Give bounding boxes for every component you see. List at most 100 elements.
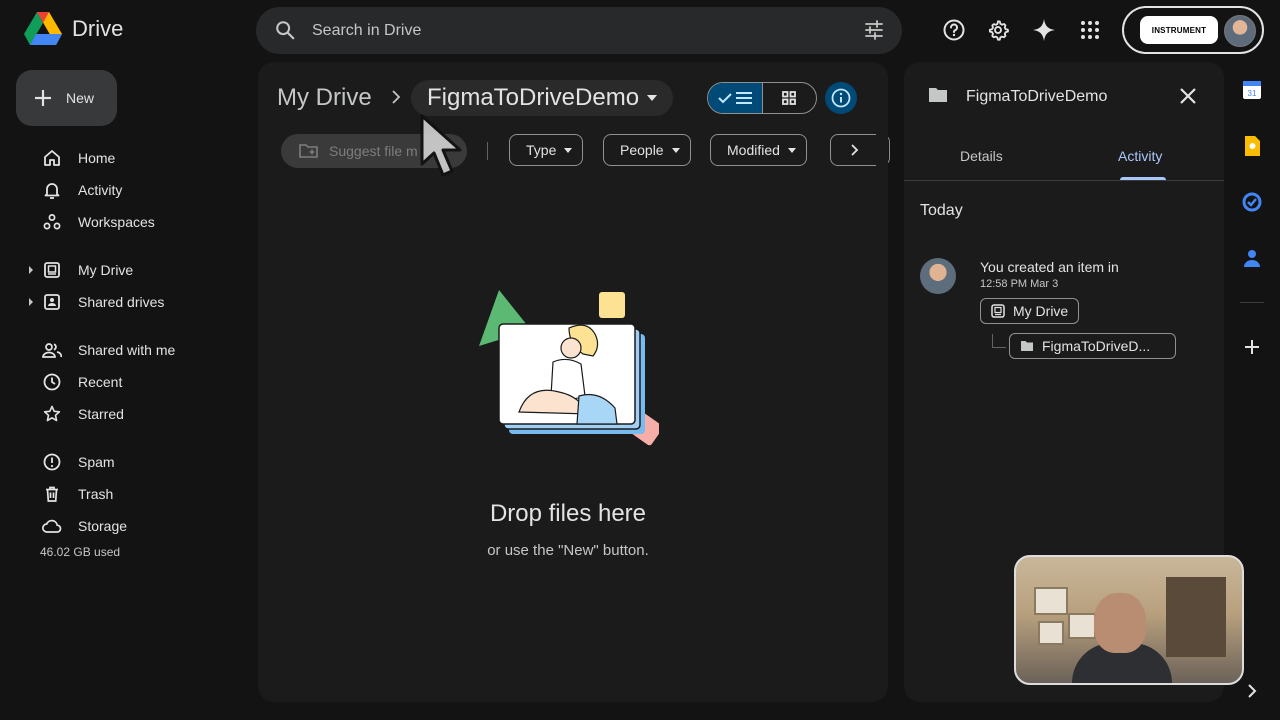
filter-label: Modified bbox=[727, 142, 780, 158]
filter-divider bbox=[487, 142, 488, 160]
workspaces-icon bbox=[42, 212, 62, 232]
drive-logo[interactable]: Drive bbox=[24, 12, 123, 46]
mouse-cursor-icon bbox=[418, 114, 468, 182]
add-app-icon[interactable] bbox=[1240, 335, 1264, 359]
sidebar-item-label: Trash bbox=[78, 486, 114, 502]
tree-connector bbox=[992, 334, 1006, 348]
activity-timestamp: 12:58 PM Mar 3 bbox=[980, 278, 1059, 290]
new-button-label: New bbox=[66, 90, 95, 106]
details-title: FigmaToDriveDemo bbox=[966, 88, 1108, 105]
filter-people[interactable]: People bbox=[603, 134, 691, 166]
sidebar-item-label: Workspaces bbox=[78, 214, 155, 230]
search-icon[interactable] bbox=[274, 19, 296, 41]
filter-overflow-mask bbox=[876, 132, 888, 172]
sidebar-item-workspaces[interactable]: Workspaces bbox=[26, 208, 246, 236]
close-icon[interactable] bbox=[1178, 86, 1198, 106]
avatar bbox=[920, 258, 956, 294]
sidebar-item-label: Home bbox=[78, 150, 116, 166]
empty-state-subtitle: or use the "New" button. bbox=[487, 542, 649, 559]
folder-icon bbox=[1020, 340, 1034, 352]
home-icon bbox=[42, 148, 62, 168]
view-toggle[interactable] bbox=[707, 82, 817, 114]
search-bar[interactable] bbox=[256, 7, 902, 54]
expand-caret-icon[interactable] bbox=[26, 266, 36, 274]
organization-logo: INSTRUMENT bbox=[1140, 16, 1218, 44]
sidebar-item-recent[interactable]: Recent bbox=[26, 368, 246, 396]
spam-icon bbox=[42, 452, 62, 472]
empty-folder-illustration bbox=[479, 290, 659, 465]
webcam-background-frame bbox=[1068, 613, 1096, 639]
info-icon bbox=[831, 88, 851, 108]
sidebar-item-trash[interactable]: Trash bbox=[26, 480, 246, 508]
account-switcher[interactable]: INSTRUMENT bbox=[1122, 6, 1264, 54]
contacts-app-icon[interactable] bbox=[1240, 246, 1264, 270]
trash-icon bbox=[42, 484, 62, 504]
grid-view-button[interactable] bbox=[761, 83, 817, 113]
gemini-sparkle-icon[interactable] bbox=[1028, 14, 1060, 46]
search-input[interactable] bbox=[312, 17, 832, 44]
sidebar-item-starred[interactable]: Starred bbox=[26, 400, 246, 428]
dropdown-arrow-icon bbox=[647, 95, 658, 101]
sidebar-item-label: Shared drives bbox=[78, 294, 165, 310]
sidebar-item-label: Recent bbox=[78, 374, 123, 390]
storage-used-text: 46.02 GB used bbox=[40, 545, 121, 559]
new-button[interactable]: New bbox=[16, 70, 117, 126]
drive-logo-icon bbox=[24, 12, 62, 46]
chevron-right-icon bbox=[851, 144, 859, 156]
apps-grid-icon[interactable] bbox=[1074, 14, 1106, 46]
sidebar-item-label: Starred bbox=[78, 406, 124, 422]
help-icon[interactable] bbox=[938, 14, 970, 46]
checkmark-icon bbox=[718, 92, 732, 104]
filter-label: People bbox=[620, 142, 664, 158]
expand-caret-icon[interactable] bbox=[26, 298, 36, 306]
sidebar-item-activity[interactable]: Activity bbox=[26, 176, 246, 204]
list-view-button[interactable] bbox=[708, 83, 762, 113]
keep-app-icon[interactable] bbox=[1240, 134, 1264, 158]
folder-icon bbox=[928, 87, 948, 103]
filter-type[interactable]: Type bbox=[509, 134, 584, 166]
my-drive-icon bbox=[991, 304, 1005, 318]
my-drive-icon bbox=[42, 260, 62, 280]
add-to-folder-icon bbox=[299, 143, 319, 159]
plus-icon bbox=[34, 89, 52, 107]
user-avatar[interactable] bbox=[1224, 15, 1256, 47]
main-content: My Drive FigmaToDriveDemo Suggest file m… bbox=[258, 62, 890, 702]
sidebar-item-storage[interactable]: Storage bbox=[26, 512, 246, 540]
calendar-app-icon[interactable]: 31 bbox=[1240, 78, 1264, 102]
tab-details[interactable]: Details bbox=[960, 148, 1003, 164]
settings-gear-icon[interactable] bbox=[982, 14, 1014, 46]
cloud-icon bbox=[42, 516, 62, 536]
sidebar-item-shared-drives[interactable]: Shared drives bbox=[26, 288, 246, 316]
sidebar-item-label: Activity bbox=[78, 182, 123, 198]
sidebar-item-home[interactable]: Home bbox=[26, 144, 246, 172]
rail-divider bbox=[1240, 302, 1264, 303]
breadcrumb-my-drive[interactable]: My Drive bbox=[277, 84, 372, 112]
location-chip-my-drive[interactable]: My Drive bbox=[980, 298, 1080, 324]
webcam-person-head bbox=[1094, 593, 1146, 653]
dropdown-arrow-icon bbox=[787, 147, 796, 153]
search-options-icon[interactable] bbox=[864, 20, 884, 40]
tab-activity[interactable]: Activity bbox=[1118, 148, 1162, 164]
expand-panel-chevron-icon[interactable] bbox=[1240, 679, 1264, 703]
filter-modified[interactable]: Modified bbox=[710, 134, 807, 166]
webcam-background-shelf bbox=[1166, 577, 1226, 657]
top-bar: Drive INSTRUMENT bbox=[0, 0, 1280, 62]
breadcrumb-current-folder[interactable]: FigmaToDriveDemo bbox=[411, 80, 674, 116]
webcam-background-frame bbox=[1038, 621, 1064, 645]
svg-text:31: 31 bbox=[1248, 89, 1257, 98]
chevron-right-icon bbox=[391, 90, 401, 104]
tasks-app-icon[interactable] bbox=[1240, 190, 1264, 214]
view-details-button[interactable] bbox=[825, 82, 857, 114]
breadcrumb-current-label: FigmaToDriveDemo bbox=[427, 84, 640, 111]
sidebar-item-shared-with-me[interactable]: Shared with me bbox=[26, 336, 246, 364]
shared-drives-icon bbox=[42, 292, 62, 312]
sidebar-item-my-drive[interactable]: My Drive bbox=[26, 256, 246, 284]
bell-icon bbox=[42, 180, 62, 200]
people-icon bbox=[42, 340, 62, 360]
sidebar-item-spam[interactable]: Spam bbox=[26, 448, 246, 476]
location-label: FigmaToDriveD... bbox=[1042, 338, 1151, 354]
empty-state-title: Drop files here bbox=[489, 500, 647, 527]
dropdown-arrow-icon bbox=[564, 147, 573, 153]
webcam-overlay bbox=[1014, 555, 1244, 685]
location-chip-folder[interactable]: FigmaToDriveD... bbox=[1009, 333, 1176, 359]
